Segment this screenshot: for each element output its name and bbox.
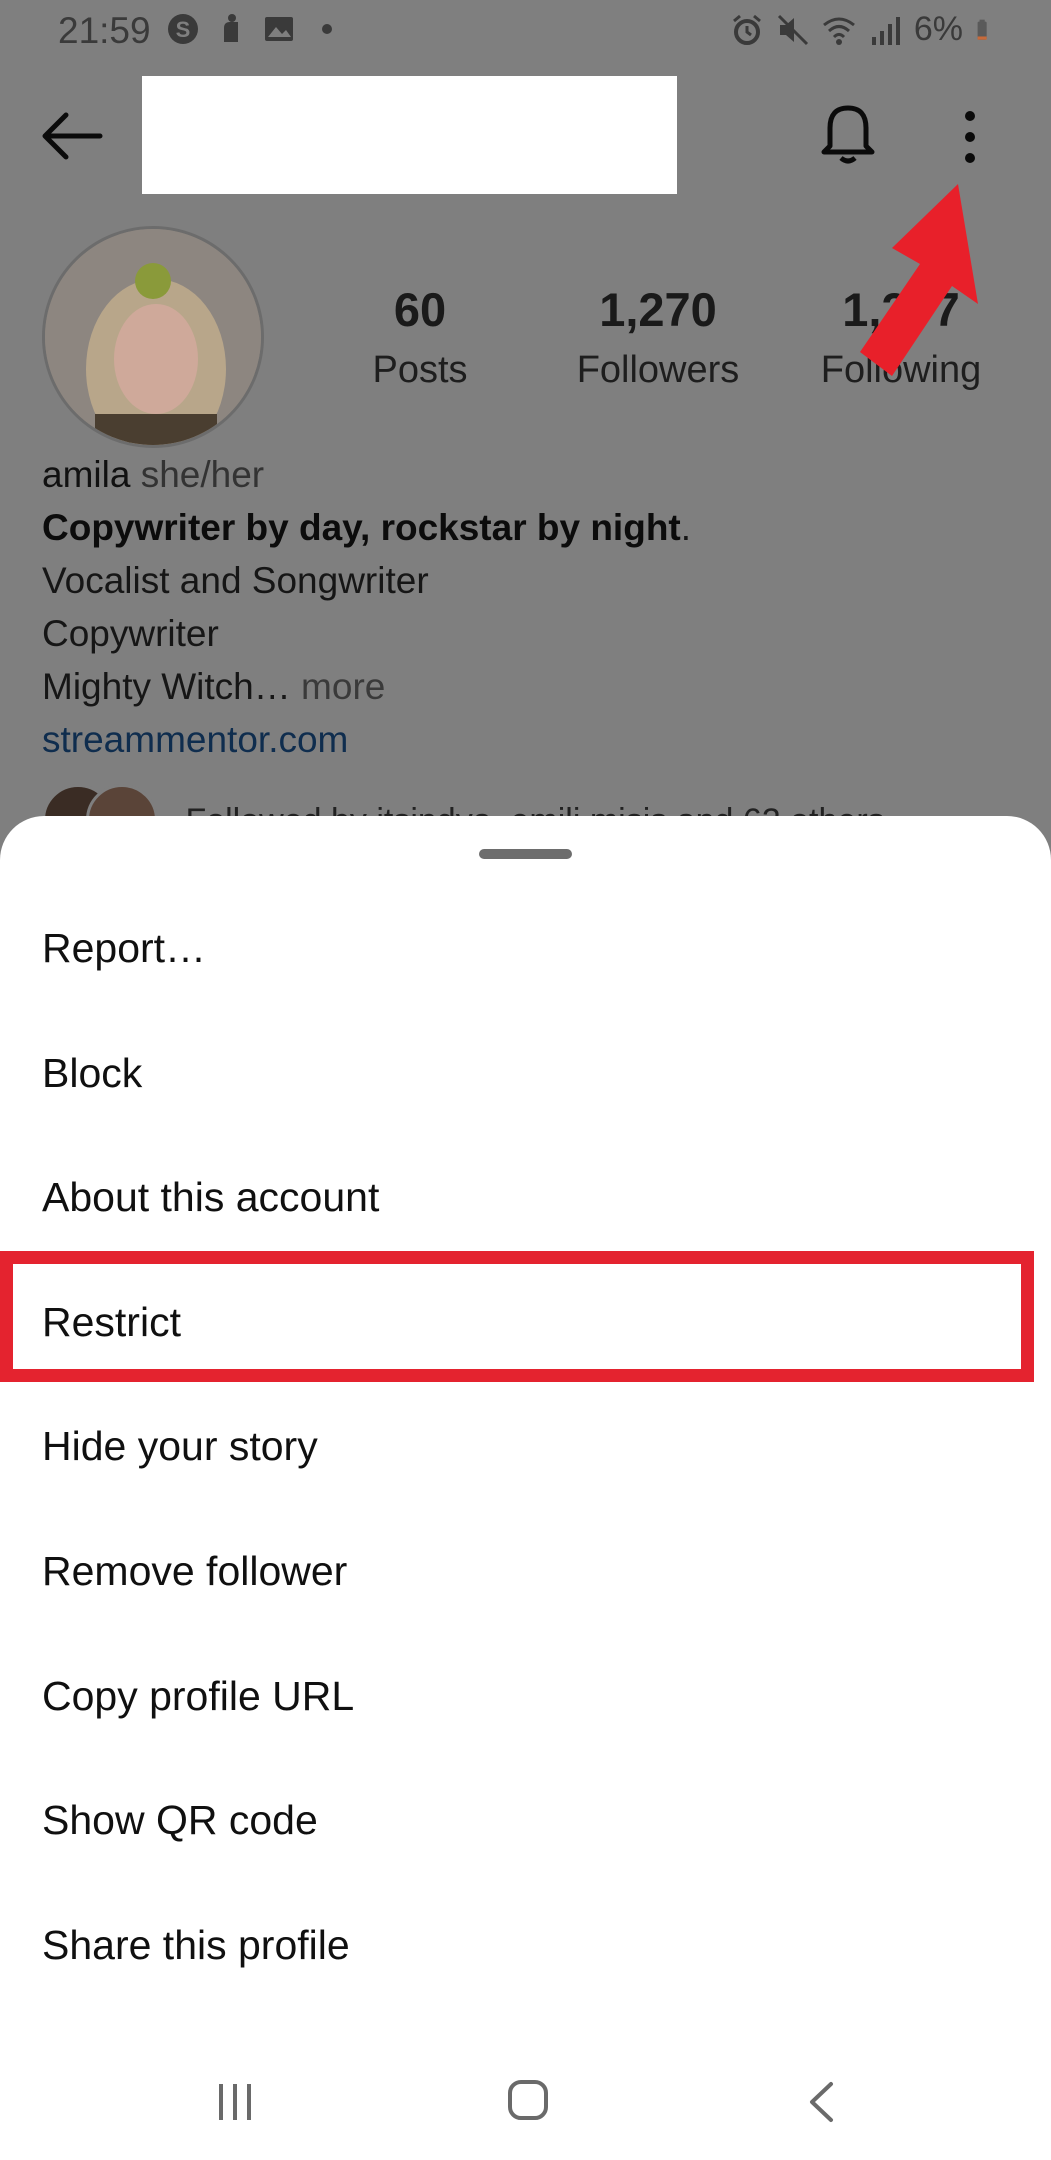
menu-item-restrict[interactable]: Restrict xyxy=(0,1260,1051,1385)
menu-item-hide-story[interactable]: Hide your story xyxy=(0,1384,1051,1509)
bio-truncated-line: Mighty Witch… more xyxy=(42,660,1022,713)
bio-bold-text: Copywriter by day, rockstar by night xyxy=(42,507,681,548)
status-time: 21:59 xyxy=(58,10,151,51)
profile-pronouns: she/her xyxy=(140,454,265,495)
bio-truncated-text: Mighty Witch… xyxy=(42,666,291,707)
redacted-username xyxy=(142,76,677,194)
stat-posts[interactable]: 60 Posts xyxy=(345,282,495,392)
followers-label: Followers xyxy=(576,349,740,391)
avatar[interactable] xyxy=(42,226,264,448)
mute-icon xyxy=(777,14,808,45)
home-icon[interactable] xyxy=(506,2078,550,2122)
menu-item-about-account[interactable]: About this account xyxy=(0,1135,1051,1260)
wifi-icon xyxy=(822,17,855,45)
status-bar: 21:59 S 6% xyxy=(0,0,1051,60)
menu-item-share-profile[interactable]: Share this profile xyxy=(0,1883,1051,2008)
bio-link-line: streammentor.com xyxy=(42,713,1022,766)
sheet-drag-handle[interactable] xyxy=(479,849,572,859)
menu-item-copy-profile-url[interactable]: Copy profile URL xyxy=(0,1634,1051,1759)
back-chevron-icon[interactable] xyxy=(806,2080,836,2124)
options-bottom-sheet: Report… Block About this account Restric… xyxy=(0,816,1051,2160)
bio-bold-suffix: . xyxy=(680,507,692,548)
status-left-icons: S xyxy=(166,12,344,46)
options-menu: Report… Block About this account Restric… xyxy=(0,886,1051,2007)
followers-count: 1,270 xyxy=(599,283,717,336)
bio-headline: Copywriter by day, rockstar by night. xyxy=(42,501,1022,554)
profile-name: amila xyxy=(42,454,131,495)
posts-label: Posts xyxy=(372,349,468,391)
bio-more-link[interactable]: more xyxy=(301,666,385,707)
menu-item-show-qr-code[interactable]: Show QR code xyxy=(0,1758,1051,1883)
menu-item-report[interactable]: Report… xyxy=(0,886,1051,1011)
signal-icon xyxy=(871,16,900,45)
hand-icon xyxy=(224,14,238,42)
system-nav-bar xyxy=(0,2040,1051,2160)
vertical-dots-icon[interactable] xyxy=(958,106,982,168)
menu-item-block[interactable]: Block xyxy=(0,1011,1051,1136)
skype-icon: S xyxy=(168,14,198,44)
battery-icon xyxy=(977,19,987,40)
bio-name-line: amila she/her xyxy=(42,448,1022,501)
recent-apps-icon[interactable] xyxy=(215,2082,255,2122)
annotation-arrow xyxy=(860,184,978,376)
bio-line: Vocalist and Songwriter xyxy=(42,560,429,601)
status-right-icons: 6% xyxy=(730,10,997,49)
avatar-photo xyxy=(45,229,261,445)
bell-icon[interactable] xyxy=(820,100,876,166)
back-arrow-icon[interactable] xyxy=(40,110,104,162)
profile-website-link[interactable]: streammentor.com xyxy=(42,719,348,760)
menu-item-remove-follower[interactable]: Remove follower xyxy=(0,1509,1051,1634)
bio-line: Copywriter xyxy=(42,613,219,654)
dot-icon xyxy=(322,24,332,34)
stat-followers[interactable]: 1,270 Followers xyxy=(560,282,756,392)
gallery-icon xyxy=(265,17,293,41)
battery-percent: 6% xyxy=(913,10,963,48)
alarm-icon xyxy=(732,14,761,45)
profile-bio: amila she/her Copywriter by day, rocksta… xyxy=(42,448,1022,766)
svg-text:S: S xyxy=(176,17,191,42)
posts-count: 60 xyxy=(393,283,447,336)
